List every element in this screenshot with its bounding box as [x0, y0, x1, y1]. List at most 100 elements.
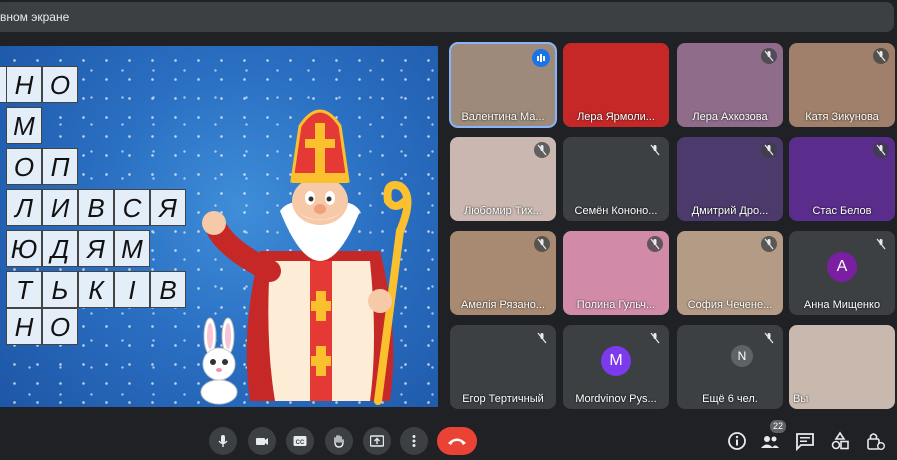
mic-off-indicator — [647, 142, 663, 158]
crossword-cell: П — [42, 148, 78, 185]
mic-off-indicator — [873, 48, 889, 64]
mic-off-icon — [650, 238, 660, 250]
more-vert-icon — [412, 435, 416, 447]
crossword-cell: И — [42, 189, 78, 226]
microphone-icon — [218, 435, 228, 447]
crossword-cell: Н — [6, 308, 42, 345]
crossword-cell: С — [114, 189, 150, 226]
speaking-indicator — [532, 49, 550, 67]
participant-tile[interactable]: Лера Ахкозова — [677, 43, 783, 127]
participant-name: Ещё 6 чел. — [702, 393, 758, 405]
mic-off-icon — [764, 144, 774, 156]
participant-name: Егор Тертичный — [462, 393, 544, 405]
mic-off-indicator — [761, 142, 777, 158]
crossword-cell: О — [6, 148, 42, 185]
participant-tile[interactable]: Егор Тертичный — [450, 325, 556, 409]
mic-off-icon — [876, 50, 886, 62]
participant-name: София Чечене... — [687, 299, 773, 311]
mic-off-indicator — [534, 236, 550, 252]
participant-avatar: N — [731, 345, 753, 367]
crossword-cell: В — [150, 271, 186, 308]
people-icon[interactable] — [760, 431, 780, 451]
crossword-cell: Я — [150, 189, 186, 226]
crossword-cell: М — [6, 107, 42, 144]
leave-call-button[interactable] — [437, 427, 477, 455]
captions-button[interactable]: CC — [286, 427, 314, 455]
audio-level-icon — [537, 54, 545, 62]
participant-tile[interactable]: M Mordvinov Pys... — [563, 325, 669, 409]
participant-tile[interactable]: Дмитрий Дро... — [677, 137, 783, 221]
chat-icon[interactable] — [795, 431, 815, 451]
crossword-cell: Ю — [6, 230, 42, 267]
info-icon[interactable] — [727, 431, 747, 451]
mic-off-icon — [764, 332, 774, 344]
participant-name: Полина Гульч... — [576, 299, 656, 311]
participant-name: Стас Белов — [812, 205, 872, 217]
presentation-stage[interactable]: Н О М О П Л И В С Я Ю Д Я М Т Ь К І В Н … — [0, 46, 438, 407]
participant-tile[interactable]: Валентина Ма... — [449, 42, 557, 128]
more-options-button[interactable] — [400, 427, 428, 455]
mic-off-icon — [650, 332, 660, 344]
crossword-cell: О — [42, 66, 78, 103]
participant-avatar: M — [601, 346, 631, 376]
mic-off-icon — [650, 144, 660, 156]
present-screen-button[interactable] — [363, 427, 391, 455]
crossword-cell: І — [114, 271, 150, 308]
participant-name: Лера Ярмоли... — [577, 111, 655, 123]
participant-avatar: A — [827, 252, 857, 282]
participant-name: Семён Кононо... — [574, 205, 658, 217]
mic-off-indicator — [873, 236, 889, 252]
mic-off-icon — [537, 238, 547, 250]
participant-name: Лера Ахкозова — [692, 111, 768, 123]
mic-off-icon — [764, 238, 774, 250]
participant-name: Дмитрий Дро... — [691, 205, 769, 217]
mic-off-icon — [537, 332, 547, 344]
participant-tile[interactable]: Стас Белов — [789, 137, 895, 221]
participant-tile[interactable]: Полина Гульч... — [563, 231, 669, 315]
camera-icon — [256, 438, 268, 445]
captions-icon: CC — [293, 436, 307, 446]
camera-button[interactable] — [248, 427, 276, 455]
host-controls-icon[interactable] — [865, 431, 885, 451]
participant-tile[interactable]: N Ещё 6 чел. — [677, 325, 783, 409]
mic-off-icon — [537, 144, 547, 156]
crossword-cell: М — [114, 230, 150, 267]
hand-icon — [334, 435, 344, 448]
participant-name: Катя Зикунова — [805, 111, 879, 123]
mic-off-icon — [764, 50, 774, 62]
mic-off-indicator — [761, 236, 777, 252]
participant-tile[interactable]: Вы — [789, 325, 895, 409]
svg-text:CC: CC — [296, 440, 305, 446]
participant-tile[interactable]: Семён Кононо... — [563, 137, 669, 221]
participant-tile[interactable]: София Чечене... — [677, 231, 783, 315]
mic-off-icon — [876, 144, 886, 156]
participant-tile[interactable]: Катя Зикунова — [789, 43, 895, 127]
mic-off-indicator — [873, 142, 889, 158]
hang-up-icon — [448, 438, 466, 445]
people-count-badge: 22 — [770, 420, 786, 433]
participant-name: Вы — [793, 393, 809, 405]
participant-tile[interactable]: Амелія Рязано... — [450, 231, 556, 315]
participant-tile[interactable]: Лера Ярмоли... — [563, 43, 669, 127]
crossword-cell: Т — [6, 271, 42, 308]
participant-name: Валентина Ма... — [461, 111, 545, 123]
crossword-cell: Д — [42, 230, 78, 267]
mic-off-indicator — [761, 48, 777, 64]
crossword-cell: Я — [78, 230, 114, 267]
mic-off-indicator — [534, 330, 550, 346]
mic-off-indicator — [761, 330, 777, 346]
presentation-banner: вном экране — [0, 2, 894, 32]
participant-tile[interactable]: Любомир Тих... — [450, 137, 556, 221]
participant-name: Амелія Рязано... — [461, 299, 545, 311]
crossword-cell: Ь — [42, 271, 78, 308]
mic-off-indicator — [647, 236, 663, 252]
participant-name: Mordvinov Pys... — [575, 393, 657, 405]
crossword-cell: Н — [6, 66, 42, 103]
activities-icon[interactable] — [830, 431, 850, 451]
participant-name: Любомир Тих... — [464, 205, 542, 217]
raise-hand-button[interactable] — [325, 427, 353, 455]
participant-tile[interactable]: A Анна Мищенко — [789, 231, 895, 315]
present-icon — [370, 435, 384, 447]
mic-off-icon — [876, 238, 886, 250]
microphone-button[interactable] — [209, 427, 237, 455]
